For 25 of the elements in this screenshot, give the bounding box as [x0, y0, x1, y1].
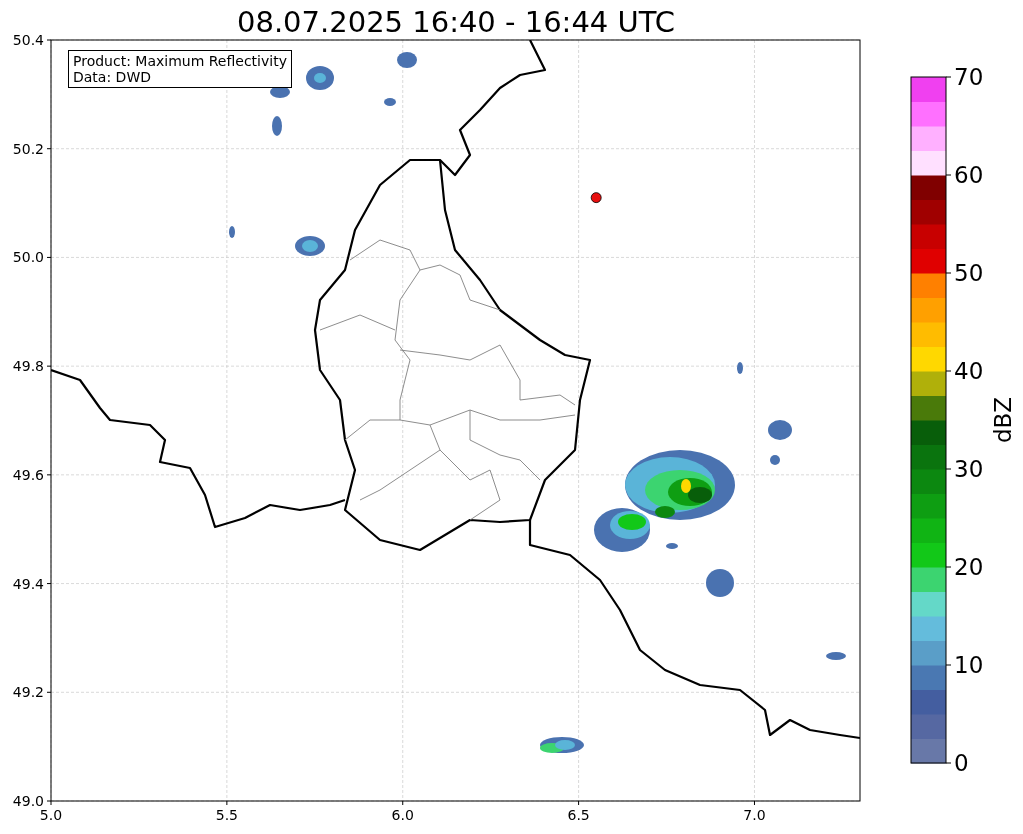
colorbar-tick-label: 40	[954, 358, 984, 384]
colorbar-tick-label: 70	[954, 64, 984, 90]
axis-tick-label: 6.5	[567, 807, 590, 823]
colorbar-tick-label: 10	[954, 652, 984, 678]
location-marker	[590, 192, 602, 204]
axis-tick-label: 49.6	[12, 466, 44, 483]
axis-tick-label: 49.4	[12, 575, 44, 592]
axis-tick-label: 50.0	[12, 249, 44, 266]
colorbar-tick-label: 50	[954, 260, 984, 286]
axis-tick-label: 7.0	[743, 807, 766, 823]
axis-tick-label: 49.2	[12, 684, 44, 701]
axis-tick-label: 5.0	[39, 807, 63, 823]
axis-tick-label: 49.0	[12, 793, 44, 809]
colorbar-tick-label: 20	[954, 554, 984, 580]
colorbar-tick-label: 0	[954, 750, 969, 776]
colorbar-tick-label: 60	[954, 162, 984, 188]
axis-tick-label: 50.4	[12, 32, 44, 48]
colorbar-label: dBZ	[990, 396, 1016, 444]
axis-tick-label: 50.2	[12, 140, 44, 157]
info-box: Product: Maximum Reflectivity Data: DWD	[68, 50, 292, 88]
axis-tick-label: 5.5	[215, 807, 238, 823]
colorbar-tick-label: 30	[954, 456, 984, 482]
chart-title: 08.07.2025 16:40 - 16:44 UTC	[237, 5, 675, 39]
axis-tick-label: 6.0	[391, 807, 414, 823]
axis-tick-label: 49.8	[12, 358, 44, 375]
